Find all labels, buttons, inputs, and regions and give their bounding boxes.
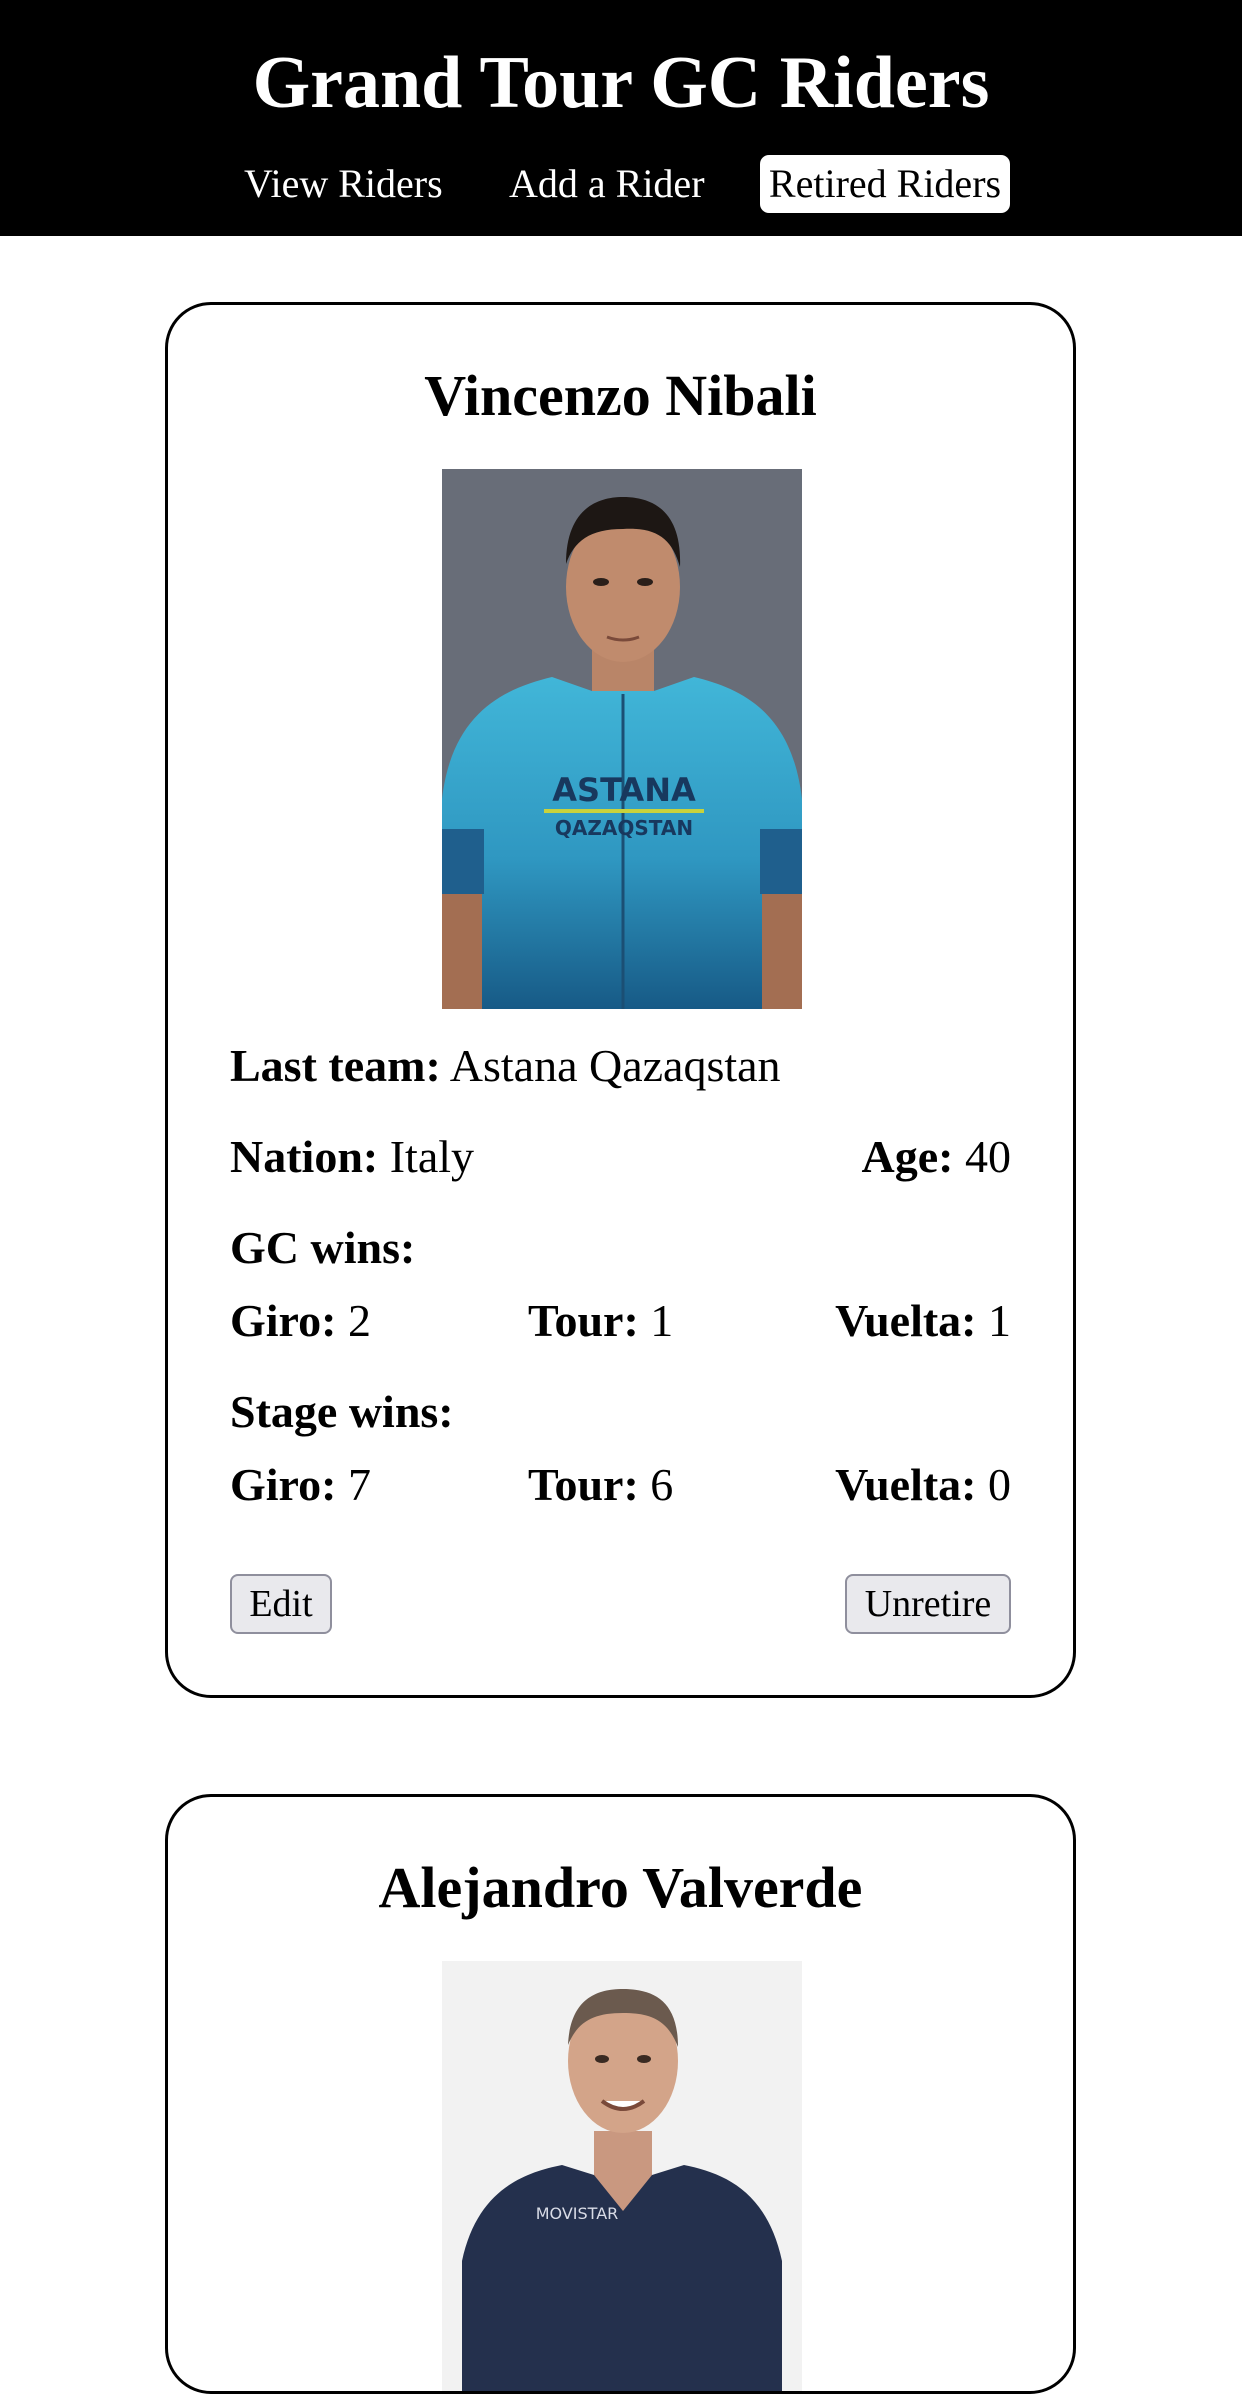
last-team-value: Astana Qazaqstan [449, 1040, 781, 1091]
edit-button[interactable]: Edit [230, 1574, 332, 1634]
site-header: Grand Tour GC Riders View Riders Add a R… [0, 0, 1242, 236]
stage-giro: Giro: 7 [230, 1459, 371, 1510]
rider-photo: ASTANA QAZAQSTAN [442, 469, 802, 1009]
gc-giro: Giro: 2 [230, 1295, 371, 1346]
stage-tour-value: 6 [650, 1459, 674, 1510]
stage-giro-value: 7 [347, 1459, 371, 1510]
stage-vuelta-value: 0 [988, 1459, 1011, 1510]
nation-value: Italy [389, 1131, 475, 1182]
rider-name: Alejandro Valverde [378, 1855, 863, 1920]
stage-tour: Tour: 6 [528, 1459, 674, 1510]
site-title: Grand Tour GC Riders [252, 42, 990, 124]
age-row: Age: 40 [862, 1129, 1011, 1185]
gc-tour: Tour: 1 [528, 1295, 674, 1346]
jersey-sponsor-text: MOVISTAR [536, 2204, 619, 2223]
rider-card: Vincenzo Nibali ASTANA QAZAQSTAN Last te… [165, 302, 1076, 1698]
jersey-sponsor-text: ASTANA [552, 771, 696, 809]
gc-giro-value: 2 [347, 1295, 371, 1346]
last-team-row: Last team: Astana Qazaqstan [230, 1038, 781, 1094]
age-label: Age: [861, 1131, 954, 1182]
rider-name: Vincenzo Nibali [424, 363, 817, 428]
stage-vuelta: Vuelta: 0 [835, 1459, 1011, 1510]
last-team-label: Last team: [230, 1040, 441, 1091]
unretire-button[interactable]: Unretire [845, 1574, 1011, 1634]
stage-wins-heading: Stage wins: [230, 1386, 454, 1437]
nation-label: Nation: [230, 1131, 379, 1182]
gc-wins-heading: GC wins: [230, 1222, 416, 1273]
rider-photo: MOVISTAR [442, 1961, 802, 2391]
rider-card: Alejandro Valverde MOVISTAR [165, 1794, 1076, 2394]
nation-row: Nation: Italy [230, 1129, 474, 1185]
nav-view-riders[interactable]: View Riders [244, 155, 443, 213]
gc-tour-value: 1 [650, 1295, 674, 1346]
age-value: 40 [965, 1131, 1011, 1182]
jersey-sponsor-text-2: QAZAQSTAN [555, 816, 693, 840]
nav-retired-riders[interactable]: Retired Riders [760, 155, 1010, 213]
gc-vuelta-value: 1 [988, 1295, 1011, 1346]
gc-vuelta: Vuelta: 1 [835, 1295, 1011, 1346]
nav-add-rider[interactable]: Add a Rider [509, 155, 705, 213]
